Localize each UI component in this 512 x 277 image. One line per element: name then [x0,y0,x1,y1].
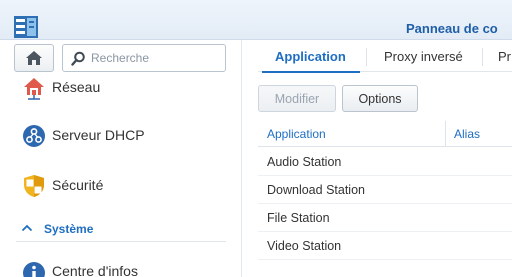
home-icon [26,51,42,65]
shield-icon [24,175,44,197]
table-row[interactable]: Download Station [258,176,512,204]
chevron-up-icon [21,224,33,232]
info-icon [23,262,45,277]
column-separator[interactable] [445,121,446,147]
house-network-icon [24,78,44,100]
modify-button[interactable]: Modifier [258,85,336,112]
tab-separator [482,48,483,66]
tab-next[interactable]: Pr [484,40,512,72]
control-panel-icon [14,16,38,38]
sidebar-item-serveur-dhcp[interactable]: Serveur DHCP [0,117,240,153]
tab-proxy-inverse[interactable]: Proxy inversé [368,40,480,72]
search-icon [71,51,85,66]
home-button[interactable] [14,44,54,72]
section-label: Système [44,222,94,236]
column-header-application[interactable]: Application [267,127,326,141]
table-row[interactable]: Audio Station [258,148,512,176]
sidebar-item-label: Réseau [52,79,101,95]
tab-label: Pr [498,49,511,64]
sidebar-item-label: Serveur DHCP [52,127,145,143]
window-title: Panneau de co [406,21,498,36]
options-button[interactable]: Options [342,85,418,112]
sidebar-item-label: Sécurité [52,177,104,193]
title-bar: Panneau de co [0,0,512,40]
table-row[interactable]: File Station [258,204,512,232]
cell-application: Video Station [267,239,342,253]
sidebar-item-label: Centre d'infos [52,263,138,277]
search-input[interactable] [91,49,221,67]
dhcp-server-icon [23,125,45,147]
tab-application[interactable]: Application [258,40,364,73]
tab-label: Proxy inversé [384,49,463,64]
cell-application: File Station [267,211,330,225]
table-row[interactable]: Video Station [258,232,512,260]
section-header-systeme[interactable]: Système [16,218,226,242]
sidebar-item-reseau[interactable]: Réseau [0,69,240,105]
grid-header: Application Alias [258,121,512,147]
sidebar-item-securite[interactable]: Sécurité [0,167,240,203]
search-box[interactable] [62,44,226,72]
sidebar-item-centre-infos[interactable]: Centre d'infos [0,252,240,277]
tab-active-indicator [262,71,360,73]
cell-application: Download Station [267,183,365,197]
cell-application: Audio Station [267,155,342,169]
column-header-alias[interactable]: Alias [454,127,480,141]
sidebar-divider [241,40,242,277]
tab-separator [366,48,367,66]
tab-label: Application [275,49,346,64]
tab-bar: Application Proxy inversé Pr [258,40,512,73]
